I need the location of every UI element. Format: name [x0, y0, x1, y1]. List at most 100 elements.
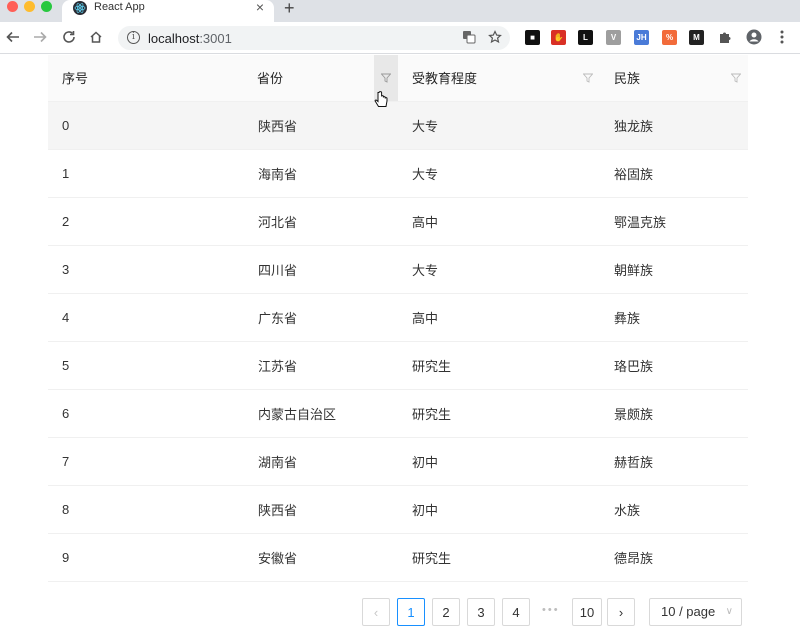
url-port: :3001 [199, 31, 232, 46]
cell-ethnicity: 景颇族 [600, 389, 748, 438]
header-education: 受教育程度 [398, 55, 600, 102]
translate-icon[interactable] [462, 30, 476, 47]
cell-education: 大专 [398, 245, 600, 294]
url-text: localhost:3001 [148, 31, 232, 46]
cell-ethnicity: 鄂温克族 [600, 197, 748, 246]
ethnicity-filter-icon[interactable] [724, 55, 748, 101]
cell-ethnicity: 水族 [600, 485, 748, 534]
cell-index: 8 [48, 485, 244, 534]
ext-m-icon[interactable]: M [689, 30, 704, 45]
browser-tab-bar: React App × + [0, 0, 800, 22]
cell-index: 3 [48, 245, 244, 294]
page-content: 序号 省份 受教育程度 民族 0 陕西省 大专 独龙族 1 海南省 大专 裕固族… [0, 55, 800, 631]
cell-province: 陕西省 [244, 485, 398, 534]
browser-tab[interactable]: React App × [62, 0, 274, 22]
cell-education: 初中 [398, 437, 600, 486]
cell-index: 4 [48, 293, 244, 342]
cell-education: 研究生 [398, 341, 600, 390]
address-bar[interactable]: i localhost:3001 [118, 26, 510, 50]
home-icon[interactable] [87, 28, 105, 46]
table-row: 6 内蒙古自治区 研究生 景颇族 [48, 389, 748, 438]
forward-icon[interactable] [31, 28, 49, 46]
cell-education: 大专 [398, 101, 600, 150]
cell-province: 安徽省 [244, 533, 398, 582]
table-row: 1 海南省 大专 裕固族 [48, 149, 748, 198]
table-row: 8 陕西省 初中 水族 [48, 485, 748, 534]
tab-title: React App [94, 1, 145, 13]
cell-ethnicity: 裕固族 [600, 149, 748, 198]
cell-ethnicity: 德昂族 [600, 533, 748, 582]
back-icon[interactable] [4, 28, 22, 46]
page-size-select[interactable]: 10 / page ∨ [649, 598, 742, 626]
ext-jh-icon[interactable]: JH [634, 30, 649, 45]
cell-index: 5 [48, 341, 244, 390]
page-button-3[interactable]: 3 [467, 598, 495, 626]
education-filter-icon[interactable] [576, 55, 600, 101]
reload-icon[interactable] [60, 28, 78, 46]
close-window-button[interactable] [7, 1, 18, 12]
cell-index: 6 [48, 389, 244, 438]
ext-orange-icon[interactable]: % [662, 30, 677, 45]
cell-education: 高中 [398, 293, 600, 342]
table-row: 4 广东省 高中 彝族 [48, 293, 748, 342]
profile-avatar-icon[interactable] [745, 28, 763, 46]
header-province-label: 省份 [257, 71, 284, 87]
cell-index: 0 [48, 101, 244, 150]
cell-education: 研究生 [398, 533, 600, 582]
url-host: localhost [148, 31, 200, 46]
table-row: 3 四川省 大专 朝鲜族 [48, 245, 748, 294]
ext-square-icon[interactable]: ■ [525, 30, 540, 45]
page-button-10[interactable]: 10 [572, 598, 602, 626]
cell-index: 9 [48, 533, 244, 582]
cell-province: 河北省 [244, 197, 398, 246]
table-row: 9 安徽省 研究生 德昂族 [48, 533, 748, 582]
cell-province: 湖南省 [244, 437, 398, 486]
cell-province: 江苏省 [244, 341, 398, 390]
cell-education: 高中 [398, 197, 600, 246]
next-page-button[interactable]: › [607, 598, 635, 626]
cell-ethnicity: 朝鲜族 [600, 245, 748, 294]
page-size-value: 10 / page [661, 604, 716, 619]
zoom-window-button[interactable] [41, 1, 52, 12]
bookmark-star-icon[interactable] [488, 30, 502, 47]
browser-menu-icon[interactable] [773, 28, 791, 46]
page-button-4[interactable]: 4 [502, 598, 530, 626]
table-row: 0 陕西省 大专 独龙族 [48, 101, 748, 150]
table-header-row: 序号 省份 受教育程度 民族 [48, 55, 748, 102]
site-info-icon[interactable]: i [127, 31, 140, 44]
cell-education: 初中 [398, 485, 600, 534]
page-button-2[interactable]: 2 [432, 598, 460, 626]
pointer-cursor-icon [374, 91, 388, 113]
cell-education: 大专 [398, 149, 600, 198]
table-row: 2 河北省 高中 鄂温克族 [48, 197, 748, 246]
cell-province: 广东省 [244, 293, 398, 342]
cell-province: 内蒙古自治区 [244, 389, 398, 438]
header-index: 序号 [48, 55, 244, 102]
header-ethnicity-label: 民族 [614, 71, 641, 87]
new-tab-button[interactable]: + [284, 0, 295, 17]
react-logo-icon [73, 1, 87, 15]
pagination: ‹ 1 2 3 4 ••• 10 › 10 / page ∨ [0, 598, 800, 626]
page-ellipsis[interactable]: ••• [542, 604, 560, 616]
cell-ethnicity: 珞巴族 [600, 341, 748, 390]
page-button-1[interactable]: 1 [397, 598, 425, 626]
ext-l-icon[interactable]: L [578, 30, 593, 45]
cell-province: 海南省 [244, 149, 398, 198]
browser-toolbar: i localhost:3001 ■ ✋ L V JH% M [0, 22, 800, 54]
cell-ethnicity: 独龙族 [600, 101, 748, 150]
cell-ethnicity: 赫哲族 [600, 437, 748, 486]
table-row: 7 湖南省 初中 赫哲族 [48, 437, 748, 486]
ext-v-icon[interactable]: V [606, 30, 621, 45]
extensions-puzzle-icon[interactable] [716, 28, 734, 46]
table-row: 5 江苏省 研究生 珞巴族 [48, 341, 748, 390]
cell-province: 四川省 [244, 245, 398, 294]
tab-close-icon[interactable]: × [256, 0, 264, 14]
chevron-down-icon: ∨ [725, 606, 733, 617]
minimize-window-button[interactable] [24, 1, 35, 12]
cell-index: 7 [48, 437, 244, 486]
prev-page-button[interactable]: ‹ [362, 598, 390, 626]
ext-shield-icon[interactable]: ✋ [551, 30, 566, 45]
header-ethnicity: 民族 [600, 55, 748, 102]
data-table: 序号 省份 受教育程度 民族 0 陕西省 大专 独龙族 1 海南省 大专 裕固族… [48, 55, 748, 582]
header-education-label: 受教育程度 [412, 71, 478, 87]
